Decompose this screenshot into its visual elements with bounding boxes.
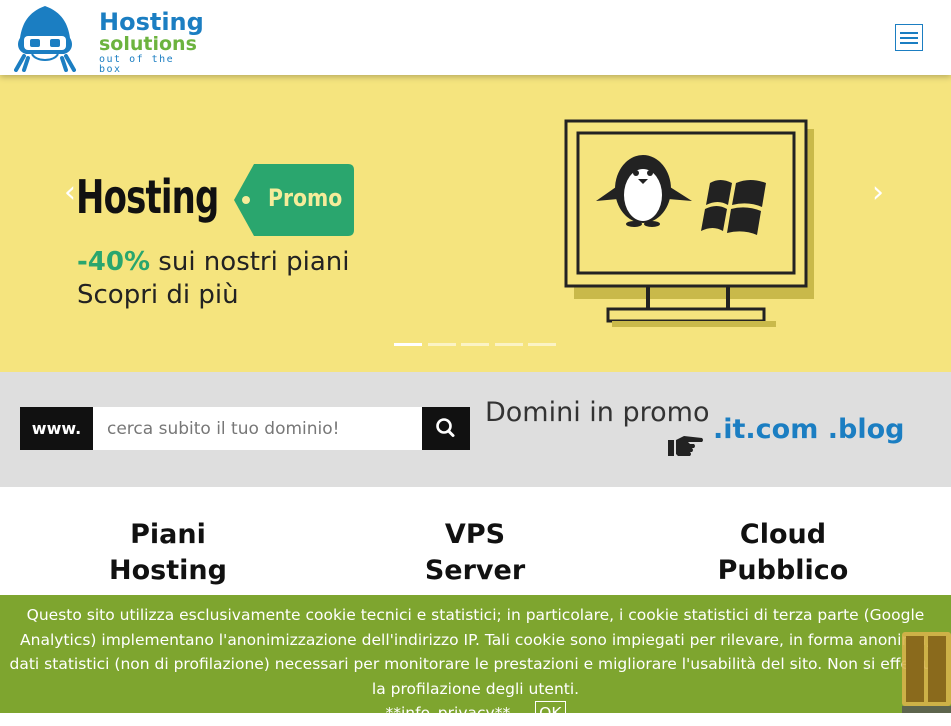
hamburger-icon-bar — [900, 42, 918, 44]
mascot-icon — [14, 6, 76, 72]
monitor-os-illustration — [564, 119, 814, 327]
product-title-line: Piani — [130, 519, 206, 550]
product-vps-server[interactable]: VPS Server — [375, 517, 575, 589]
domain-search-button[interactable] — [422, 407, 470, 450]
product-title-line: VPS — [444, 519, 506, 550]
search-icon — [436, 418, 455, 437]
product-title-line: Hosting — [109, 555, 227, 586]
carousel-dot[interactable] — [394, 343, 422, 346]
banner-cta-link[interactable]: Scopri di più — [77, 280, 239, 310]
cookie-text: Questo sito utilizza esclusivamente cook… — [9, 606, 942, 698]
product-hosting-plans[interactable]: Piani Hosting — [68, 517, 268, 589]
carousel-dot[interactable] — [428, 343, 456, 346]
banner-title: Hosting — [76, 170, 219, 224]
domain-search-input[interactable] — [93, 407, 422, 450]
carousel-next-arrow[interactable]: › — [872, 175, 884, 210]
pointing-hand-icon — [668, 436, 703, 456]
banner-offer-line: -40% sui nostri piani — [77, 247, 349, 277]
logo-tagline: out of the box — [99, 54, 175, 75]
hamburger-menu-button[interactable] — [895, 24, 923, 51]
discount-text: sui nostri piani — [150, 247, 350, 277]
product-cloud-public[interactable]: Cloud Pubblico — [683, 517, 883, 589]
cookie-ok-button[interactable]: OK — [535, 701, 566, 725]
logo-line-solutions: solutions — [99, 33, 197, 55]
product-title-line: Pubblico — [717, 555, 849, 586]
carousel-dot[interactable] — [495, 343, 523, 346]
promo-tld-list[interactable]: .it.com .blog — [713, 414, 904, 445]
carousel-prev-arrow[interactable]: ‹ — [64, 175, 76, 210]
privacy-info-link[interactable]: **info_privacy** — [385, 704, 510, 722]
carousel-dot[interactable] — [528, 343, 556, 346]
site-header: Hosting solutions out of the box — [0, 0, 951, 75]
cookie-consent-bar: Questo sito utilizza esclusivamente cook… — [0, 595, 951, 725]
domain-promo-heading: Domini in promo — [485, 397, 710, 428]
hamburger-icon-bar — [900, 37, 918, 39]
product-title-line: Cloud — [739, 519, 827, 550]
discount-value: -40% — [77, 247, 151, 277]
hamburger-icon — [900, 32, 918, 34]
product-title-line: Server — [424, 555, 526, 586]
domain-search-section: www. Domini in promo .it.com .blog — [0, 372, 951, 487]
www-prefix: www. — [20, 407, 93, 450]
webtop-watermark-icon — [902, 632, 951, 713]
carousel-dot[interactable] — [461, 343, 489, 346]
promo-tag-label: Promo — [268, 184, 343, 212]
promo-carousel: ‹ › Hosting Promo -40% sui nostri piani … — [0, 75, 951, 372]
logo-line-hosting: Hosting — [99, 8, 204, 36]
site-logo[interactable]: Hosting solutions out of the box — [14, 4, 204, 75]
